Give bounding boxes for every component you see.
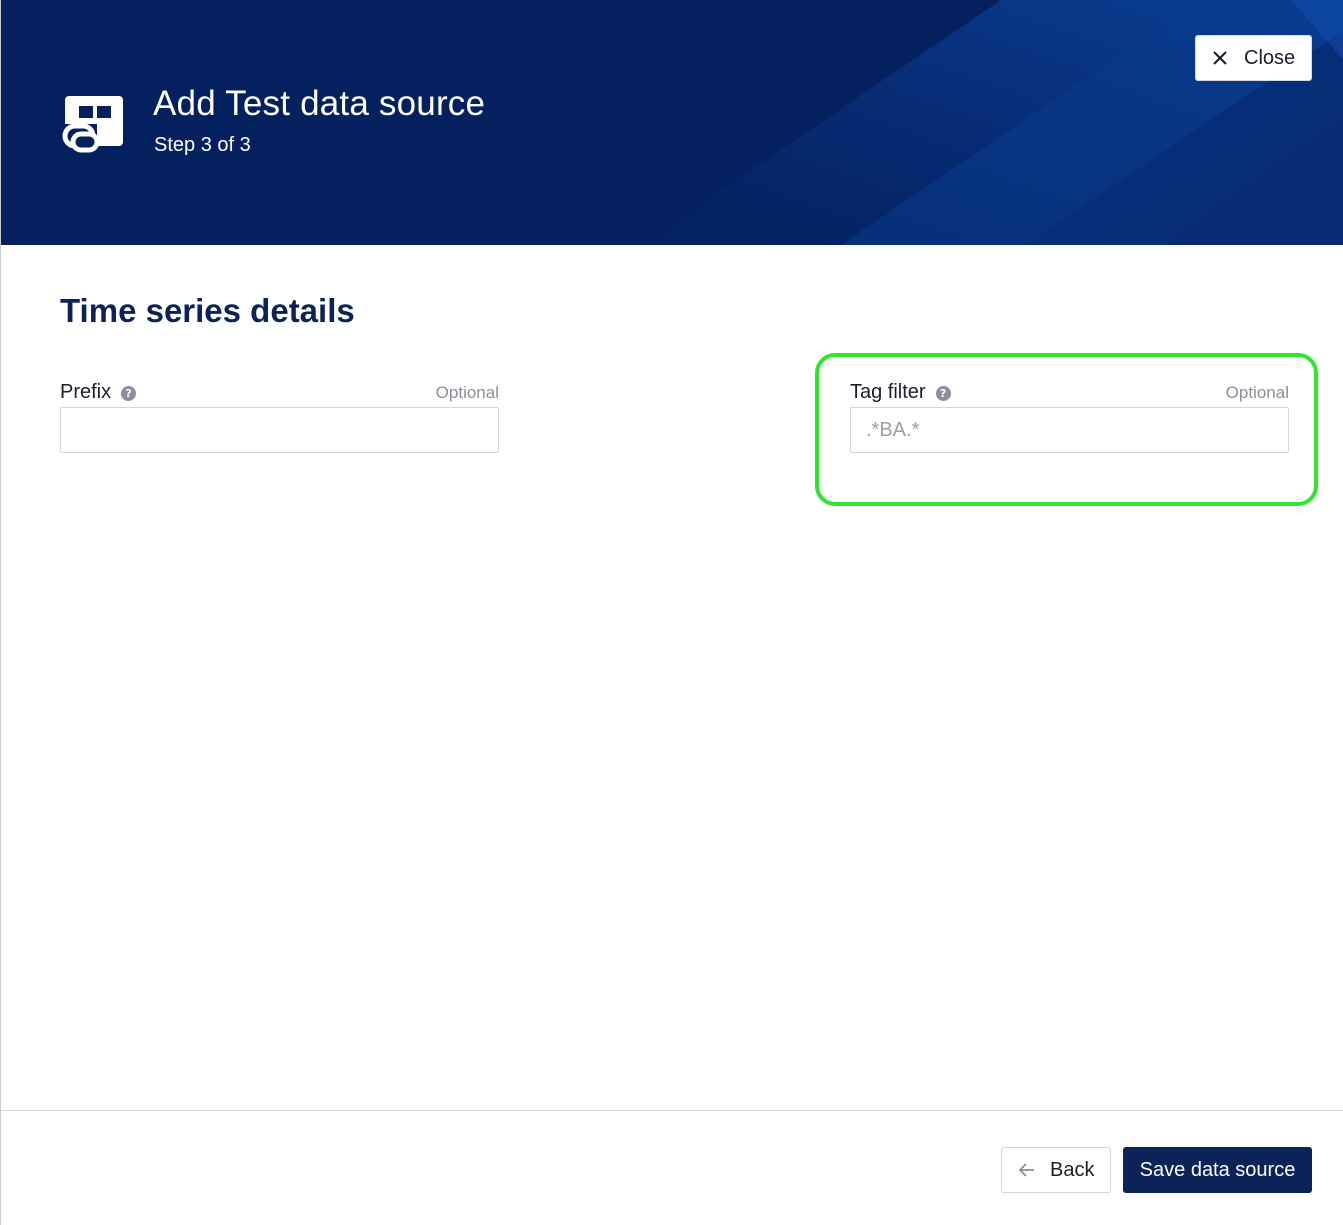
prefix-input[interactable] <box>60 407 499 453</box>
save-label: Save data source <box>1139 1158 1296 1181</box>
close-button[interactable]: Close <box>1195 35 1312 81</box>
arrow-left-icon <box>1018 1163 1034 1177</box>
tag-filter-input[interactable] <box>850 407 1289 453</box>
prefix-optional-hint: Optional <box>435 383 499 402</box>
close-label: Close <box>1244 46 1296 69</box>
prefix-field: Prefix ? Optional <box>60 381 499 455</box>
back-label: Back <box>1050 1158 1095 1181</box>
save-data-source-button[interactable]: Save data source <box>1123 1147 1312 1193</box>
step-indicator: Step 3 of 3 <box>154 134 251 156</box>
tag-filter-label-row: Tag filter ? <box>850 381 951 404</box>
help-icon[interactable]: ? <box>935 386 951 401</box>
tag-filter-field: Tag filter ? Optional <box>850 381 1289 455</box>
tag-filter-optional-hint: Optional <box>1225 383 1289 402</box>
data-source-link-icon <box>61 96 123 153</box>
help-icon[interactable]: ? <box>121 386 137 401</box>
tag-filter-label: Tag filter <box>850 381 926 403</box>
prefix-label: Prefix <box>60 381 112 403</box>
section-title: Time series details <box>60 292 355 329</box>
dialog-title: Add Test data source <box>153 84 486 123</box>
add-data-source-dialog: Add Test data source Step 3 of 3 Close T… <box>0 0 1343 1225</box>
close-icon <box>1213 51 1227 65</box>
footer-divider <box>1 1110 1343 1111</box>
prefix-label-row: Prefix ? <box>60 381 137 404</box>
dialog-header: Add Test data source Step 3 of 3 Close <box>1 0 1343 245</box>
back-button[interactable]: Back <box>1001 1147 1111 1193</box>
